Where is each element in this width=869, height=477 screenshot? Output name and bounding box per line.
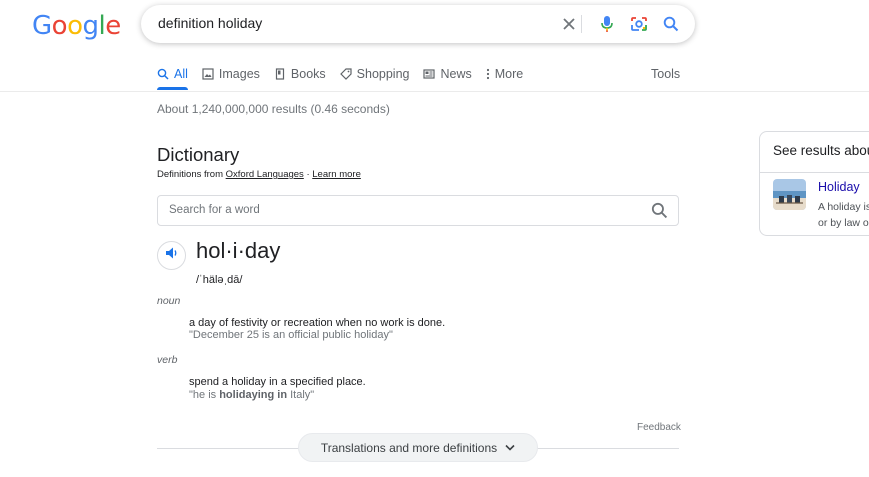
word-search-input[interactable] (169, 204, 639, 216)
headword: hol·i·day (196, 238, 281, 263)
feedback-link[interactable]: Feedback (637, 422, 681, 433)
example: "he is holidaying in Italy" (189, 389, 314, 401)
example-bold: holidaying in (219, 389, 288, 401)
tab-books[interactable]: Books (274, 64, 326, 84)
chevron-down-icon (505, 444, 515, 451)
example-suffix: Italy" (287, 389, 315, 401)
search-icon[interactable] (661, 14, 681, 34)
oxford-languages-link[interactable]: Oxford Languages (226, 169, 304, 180)
tab-news[interactable]: News (423, 64, 472, 84)
mic-icon[interactable] (597, 14, 617, 34)
search-input[interactable]: definition holiday (158, 15, 262, 31)
logo-letter: g (82, 11, 100, 41)
header-divider (0, 91, 869, 92)
definition: a day of festivity or recreation when no… (189, 317, 446, 329)
source-prefix: Definitions from (157, 169, 226, 180)
example-prefix: "he is (189, 389, 220, 401)
speaker-icon (165, 246, 179, 265)
snippet-line: A holiday is a day set aside (818, 201, 869, 213)
see-results-about-heading: See results about (773, 143, 869, 158)
panel-snippet: A holiday is a day set aside or by law o… (818, 199, 869, 231)
tab-more[interactable]: More (486, 64, 523, 84)
knowledge-panel: See results about Holiday A holiday is a… (759, 131, 869, 236)
news-icon (423, 68, 436, 80)
result-stats: About 1,240,000,000 results (0.46 second… (157, 102, 390, 116)
search-icon[interactable] (651, 202, 668, 224)
more-button-label: Translations and more definitions (320, 440, 498, 455)
tab-all[interactable]: All (157, 64, 188, 90)
image-icon (202, 68, 214, 80)
part-of-speech: verb (157, 354, 178, 366)
tab-shopping[interactable]: Shopping (339, 64, 410, 84)
logo-letter: o (51, 11, 68, 41)
dictionary-source: Definitions from Oxford Languages · Lear… (157, 169, 361, 180)
panel-divider (760, 172, 869, 173)
tag-icon (339, 68, 352, 80)
close-icon[interactable] (559, 14, 579, 34)
logo-letter: G (32, 11, 52, 41)
snippet-line: or by law or custom (818, 217, 869, 229)
pronunciation-button[interactable] (157, 241, 186, 270)
tools-button[interactable]: Tools (651, 67, 680, 81)
word-search-box[interactable] (157, 195, 679, 226)
book-icon (274, 68, 286, 80)
tab-label: Books (290, 67, 326, 81)
tab-label: Images (218, 67, 260, 81)
holiday-link[interactable]: Holiday (818, 180, 860, 194)
logo-letter: l (98, 11, 106, 41)
tab-label: News (440, 67, 472, 81)
example: "December 25 is an official public holid… (189, 329, 393, 341)
logo-letter: o (67, 11, 83, 41)
search-divider (581, 15, 582, 33)
holiday-thumbnail[interactable] (773, 179, 806, 210)
search-icon (157, 68, 169, 80)
google-logo[interactable]: Google (32, 11, 121, 41)
tab-label: More (494, 67, 524, 81)
search-tabs: All Images Books Shopping News More (157, 64, 537, 90)
tab-images[interactable]: Images (202, 64, 260, 84)
phonetic: /ˈhäləˌdā/ (196, 274, 243, 286)
definition: spend a holiday in a specified place. (189, 376, 366, 388)
logo-letter: e (105, 11, 121, 41)
source-separator: · (303, 169, 313, 180)
learn-more-link[interactable]: Learn more (312, 169, 361, 180)
tab-label: Shopping (356, 67, 410, 81)
translations-more-button[interactable]: Translations and more definitions (298, 433, 538, 462)
more-vert-icon (486, 68, 490, 80)
part-of-speech: noun (157, 295, 181, 307)
tab-label: All (174, 67, 188, 81)
camera-icon[interactable] (629, 14, 649, 34)
dictionary-title: Dictionary (157, 144, 240, 165)
search-box[interactable]: definition holiday (141, 5, 695, 43)
